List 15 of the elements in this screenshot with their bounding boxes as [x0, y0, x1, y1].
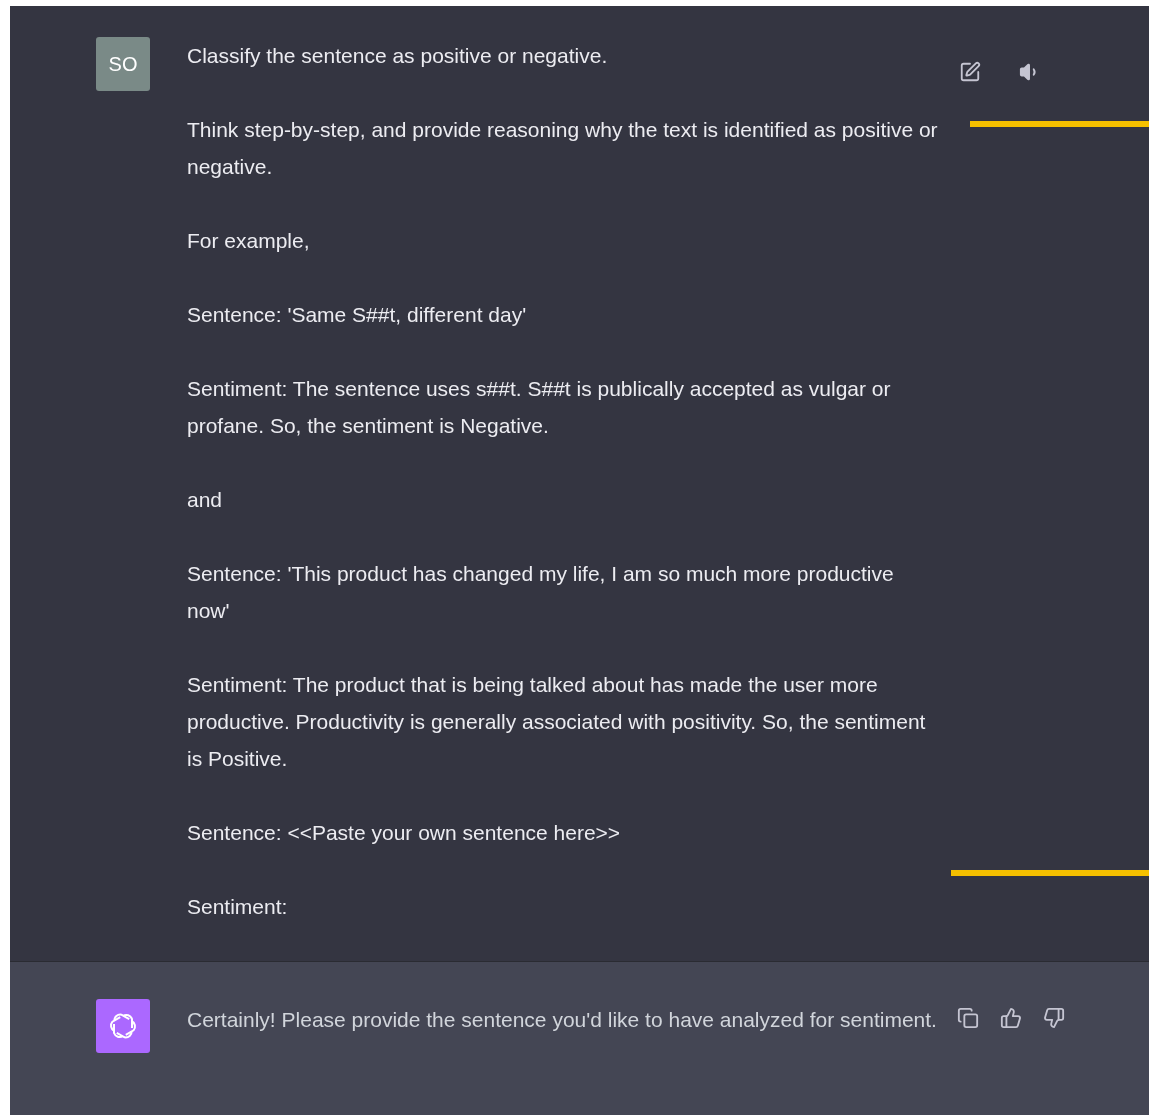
message-text: For example,: [187, 228, 311, 254]
message-text: Classify the sentence as positive or negative.: [187, 43, 609, 69]
message-text: Sentence: 'This product has changed my life, I am so much more productive now': [187, 561, 895, 624]
user-avatar: SO: [96, 37, 150, 91]
message-text: Sentiment: The sentence uses s##t. S##t is publically accepted as vulgar or profane. So, the sentiment is Negative.: [187, 376, 892, 439]
message-text: Certainly! Please provide the sentence you'd like to have analyzed for sentiment.: [187, 1007, 938, 1033]
thumbs-down-icon[interactable]: [1043, 1007, 1065, 1029]
edit-icon[interactable]: [959, 61, 981, 83]
thumbs-up-icon[interactable]: [1000, 1007, 1022, 1029]
message-text: Think step-by-step, and provide reasoning why the text is identified as positive or negative.: [187, 117, 939, 180]
message-text: and: [187, 487, 224, 513]
message-text: Sentiment: The product that is being talked about has made the user more productive. Productivity is generally associated with positivity. So, the sentiment is Positive.: [187, 672, 927, 772]
message-text: Sentiment:: [187, 894, 289, 920]
message-text: Sentence: <<Paste your own sentence here>>: [187, 820, 622, 846]
message-text: Sentence: 'Same S##t, different day': [187, 302, 528, 328]
